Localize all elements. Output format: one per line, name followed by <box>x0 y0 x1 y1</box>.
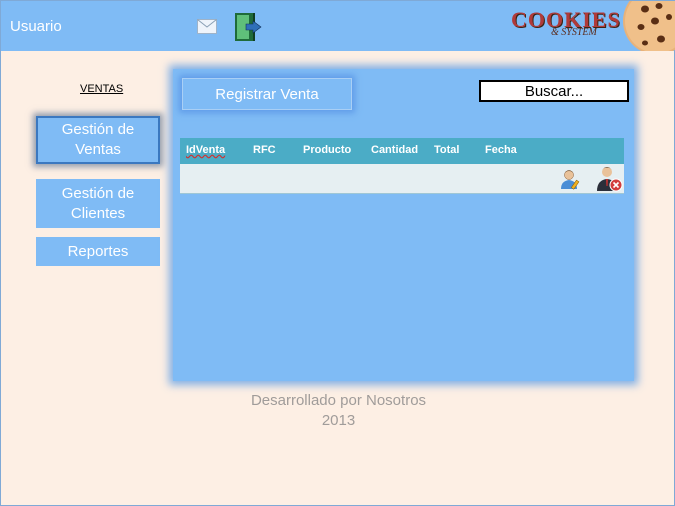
sidebar-item-gestion-ventas[interactable]: Gestión de Ventas <box>36 116 160 164</box>
footer-credit: Desarrollado por Nosotros <box>250 392 427 409</box>
column-header-fecha[interactable]: Fecha <box>485 144 517 156</box>
sidebar-item-gestion-clientes[interactable]: Gestión de Clientes <box>36 179 160 228</box>
mail-icon[interactable] <box>197 19 217 34</box>
edit-user-icon[interactable] <box>560 168 582 190</box>
top-bar: Usuario COOKIES & SYSTEM <box>1 1 675 51</box>
app-window: Usuario COOKIES & SYSTEM VENTAS Gestión … <box>0 0 675 506</box>
column-header-rfc[interactable]: RFC <box>253 144 276 156</box>
footer-year: 2013 <box>321 412 356 429</box>
delete-user-icon[interactable] <box>595 164 623 192</box>
register-sale-button[interactable]: Registrar Venta <box>182 78 352 110</box>
cookie-icon <box>623 1 675 51</box>
main-panel <box>173 69 634 381</box>
sidebar-item-reportes[interactable]: Reportes <box>36 237 160 266</box>
column-header-idventa[interactable]: IdVenta <box>186 144 225 156</box>
column-header-cantidad[interactable]: Cantidad <box>371 144 418 156</box>
cookies-system-logo: COOKIES & SYSTEM <box>511 7 620 41</box>
footer: Desarrollado por Nosotros 2013 <box>1 391 675 431</box>
user-label[interactable]: Usuario <box>10 18 62 35</box>
logo-subtext: & SYSTEM <box>551 27 597 38</box>
exit-door-icon[interactable] <box>233 11 263 43</box>
column-header-producto[interactable]: Producto <box>303 144 351 156</box>
sales-table-header: IdVenta RFC Producto Cantidad Total Fech… <box>180 138 624 164</box>
column-header-total[interactable]: Total <box>434 144 459 156</box>
table-row[interactable] <box>180 164 624 194</box>
sidebar-section-title[interactable]: VENTAS <box>80 83 123 95</box>
search-input[interactable] <box>479 80 629 102</box>
